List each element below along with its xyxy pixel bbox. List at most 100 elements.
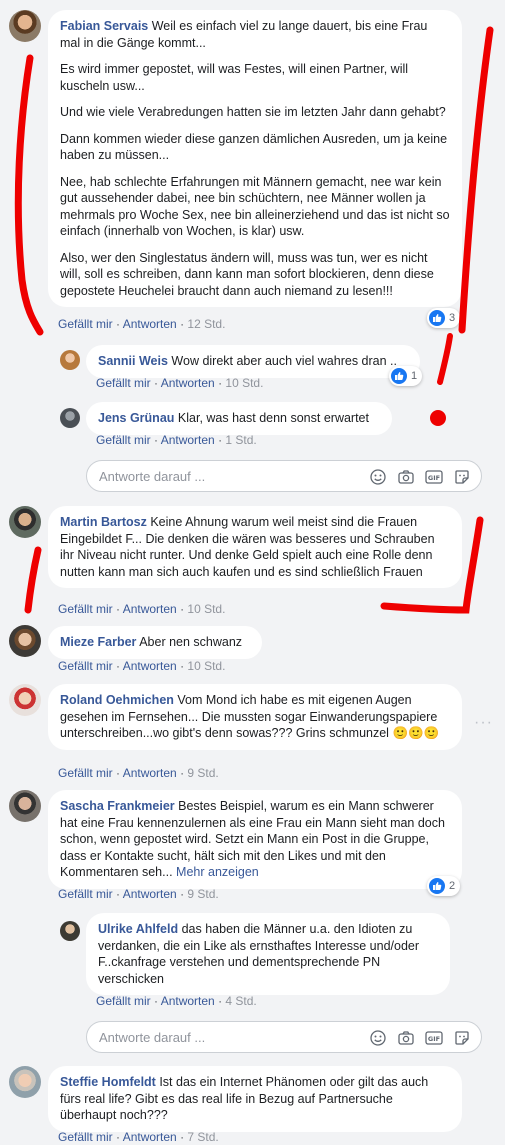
separator: · <box>112 602 123 616</box>
commenter-name[interactable]: Jens Grünau <box>98 411 174 425</box>
like-count: 2 <box>449 880 456 892</box>
like-link[interactable]: Gefällt mir <box>58 317 113 331</box>
reply-link[interactable]: Antworten <box>123 659 177 673</box>
thumbs-up-icon <box>391 368 407 384</box>
like-link[interactable]: Gefällt mir <box>58 766 113 780</box>
reaction-count[interactable]: 1 <box>389 366 423 386</box>
more-options-icon[interactable]: ··· <box>474 714 493 732</box>
comment-text: Wow direkt aber auch viel wahres dran .. <box>171 354 397 368</box>
timestamp[interactable]: 4 Std. <box>225 994 256 1008</box>
commenter-name[interactable]: Sascha Frankmeier <box>60 799 175 813</box>
avatar[interactable] <box>60 921 80 941</box>
comment-actions: Gefällt mir · Antworten · 7 Std. <box>58 1130 219 1144</box>
red-exclamation-line <box>458 26 494 334</box>
emoji-icon[interactable] <box>369 1029 387 1047</box>
separator: · <box>176 602 188 616</box>
comment-bubble: Fabian Servais Weil es einfach viel zu l… <box>48 10 462 307</box>
reply-link[interactable]: Antworten <box>123 766 177 780</box>
reaction-count[interactable]: 3 <box>427 308 461 328</box>
red-exclamation-dot <box>430 410 446 426</box>
like-link[interactable]: Gefällt mir <box>96 433 151 447</box>
timestamp[interactable]: 12 Std. <box>187 317 225 331</box>
like-link[interactable]: Gefällt mir <box>58 887 113 901</box>
reply-link[interactable]: Antworten <box>161 376 215 390</box>
reply-link[interactable]: Antworten <box>161 433 215 447</box>
separator: · <box>176 766 188 780</box>
like-link[interactable]: Gefällt mir <box>96 994 151 1008</box>
timestamp[interactable]: 9 Std. <box>187 887 218 901</box>
separator: · <box>150 433 161 447</box>
comment-text: Aber nen schwanz <box>139 635 243 649</box>
show-more-link[interactable]: Mehr anzeigen <box>176 865 259 879</box>
separator: · <box>176 659 188 673</box>
reply-link[interactable]: Antworten <box>123 1130 177 1144</box>
avatar[interactable] <box>9 625 41 657</box>
commenter-name[interactable]: Steffie Homfeldt <box>60 1075 156 1089</box>
comment-bubble: Martin Bartosz Keine Ahnung warum weil m… <box>48 506 462 588</box>
comment-actions: Gefällt mir · Antworten · 10 Std. <box>58 602 225 616</box>
comment-text: Dann kommen wieder diese ganzen dämliche… <box>60 131 448 163</box>
comment-actions: Gefällt mir · Antworten · 9 Std. <box>58 887 219 901</box>
like-link[interactable]: Gefällt mir <box>58 659 113 673</box>
avatar[interactable] <box>9 10 41 42</box>
camera-icon[interactable] <box>397 1029 415 1047</box>
sticker-icon[interactable] <box>453 1029 471 1047</box>
commenter-name[interactable]: Roland Oehmichen <box>60 693 174 707</box>
comment-actions: Gefällt mir · Antworten · 12 Std. <box>58 317 225 331</box>
reply-link[interactable]: Antworten <box>123 887 177 901</box>
like-link[interactable]: Gefällt mir <box>58 1130 113 1144</box>
commenter-name[interactable]: Ulrike Ahlfeld <box>98 922 178 936</box>
separator: · <box>214 994 226 1008</box>
separator: · <box>112 659 123 673</box>
timestamp[interactable]: 10 Std. <box>225 376 263 390</box>
thumbs-up-icon <box>429 310 445 326</box>
reply-link[interactable]: Antworten <box>161 994 215 1008</box>
comment-text: Nee, hab schlechte Erfahrungen mit Männe… <box>60 174 450 239</box>
avatar[interactable] <box>9 684 41 716</box>
timestamp[interactable]: 9 Std. <box>187 766 218 780</box>
reaction-count[interactable]: 2 <box>427 876 461 896</box>
sticker-icon[interactable] <box>453 468 471 486</box>
separator: · <box>214 433 226 447</box>
emoji-icon[interactable] <box>369 468 387 486</box>
reply-placeholder: Antworte darauf ... <box>99 1030 206 1045</box>
separator: · <box>176 887 188 901</box>
avatar[interactable] <box>9 1066 41 1098</box>
comment-actions: Gefällt mir · Antworten · 10 Std. <box>58 659 225 673</box>
like-link[interactable]: Gefällt mir <box>58 602 113 616</box>
comment-bubble: Sannii Weis Wow direkt aber auch viel wa… <box>86 345 420 378</box>
timestamp[interactable]: 10 Std. <box>187 602 225 616</box>
like-link[interactable]: Gefällt mir <box>96 376 151 390</box>
avatar[interactable] <box>9 790 41 822</box>
avatar[interactable] <box>9 506 41 538</box>
commenter-name[interactable]: Fabian Servais <box>60 19 148 33</box>
reply-link[interactable]: Antworten <box>123 602 177 616</box>
comment-actions: Gefällt mir · Antworten · 1 Std. <box>96 433 257 447</box>
separator: · <box>112 1130 123 1144</box>
thumbs-up-icon <box>429 878 445 894</box>
commenter-name[interactable]: Sannii Weis <box>98 354 168 368</box>
commenter-name[interactable]: Mieze Farber <box>60 635 136 649</box>
red-exclamation-line-2 <box>437 333 453 385</box>
separator: · <box>112 887 123 901</box>
svg-text:GIF: GIF <box>428 474 440 482</box>
reply-input[interactable]: Antworte darauf ... GIF <box>86 1021 482 1053</box>
comment-actions: Gefällt mir · Antworten · 10 Std. <box>96 376 263 390</box>
comment-text: Also, wer den Singlestatus ändern will, … <box>60 250 434 298</box>
reply-link[interactable]: Antworten <box>123 317 177 331</box>
gif-icon[interactable]: GIF <box>425 468 443 486</box>
camera-icon[interactable] <box>397 468 415 486</box>
avatar[interactable] <box>60 408 80 428</box>
timestamp[interactable]: 7 Std. <box>187 1130 218 1144</box>
commenter-name[interactable]: Martin Bartosz <box>60 515 147 529</box>
timestamp[interactable]: 10 Std. <box>187 659 225 673</box>
separator: · <box>214 376 226 390</box>
timestamp[interactable]: 1 Std. <box>225 433 256 447</box>
reply-input[interactable]: Antworte darauf ... GIF <box>86 460 482 492</box>
gif-icon[interactable]: GIF <box>425 1029 443 1047</box>
comment-bubble: Roland Oehmichen Vom Mond ich habe es mi… <box>48 684 462 750</box>
emoji: 🙂🙂🙂 <box>392 726 440 740</box>
avatar[interactable] <box>60 350 80 370</box>
comment-bubble: Mieze Farber Aber nen schwanz <box>48 626 262 659</box>
comment-text: Es wird immer gepostet, will was Festes,… <box>60 62 409 93</box>
